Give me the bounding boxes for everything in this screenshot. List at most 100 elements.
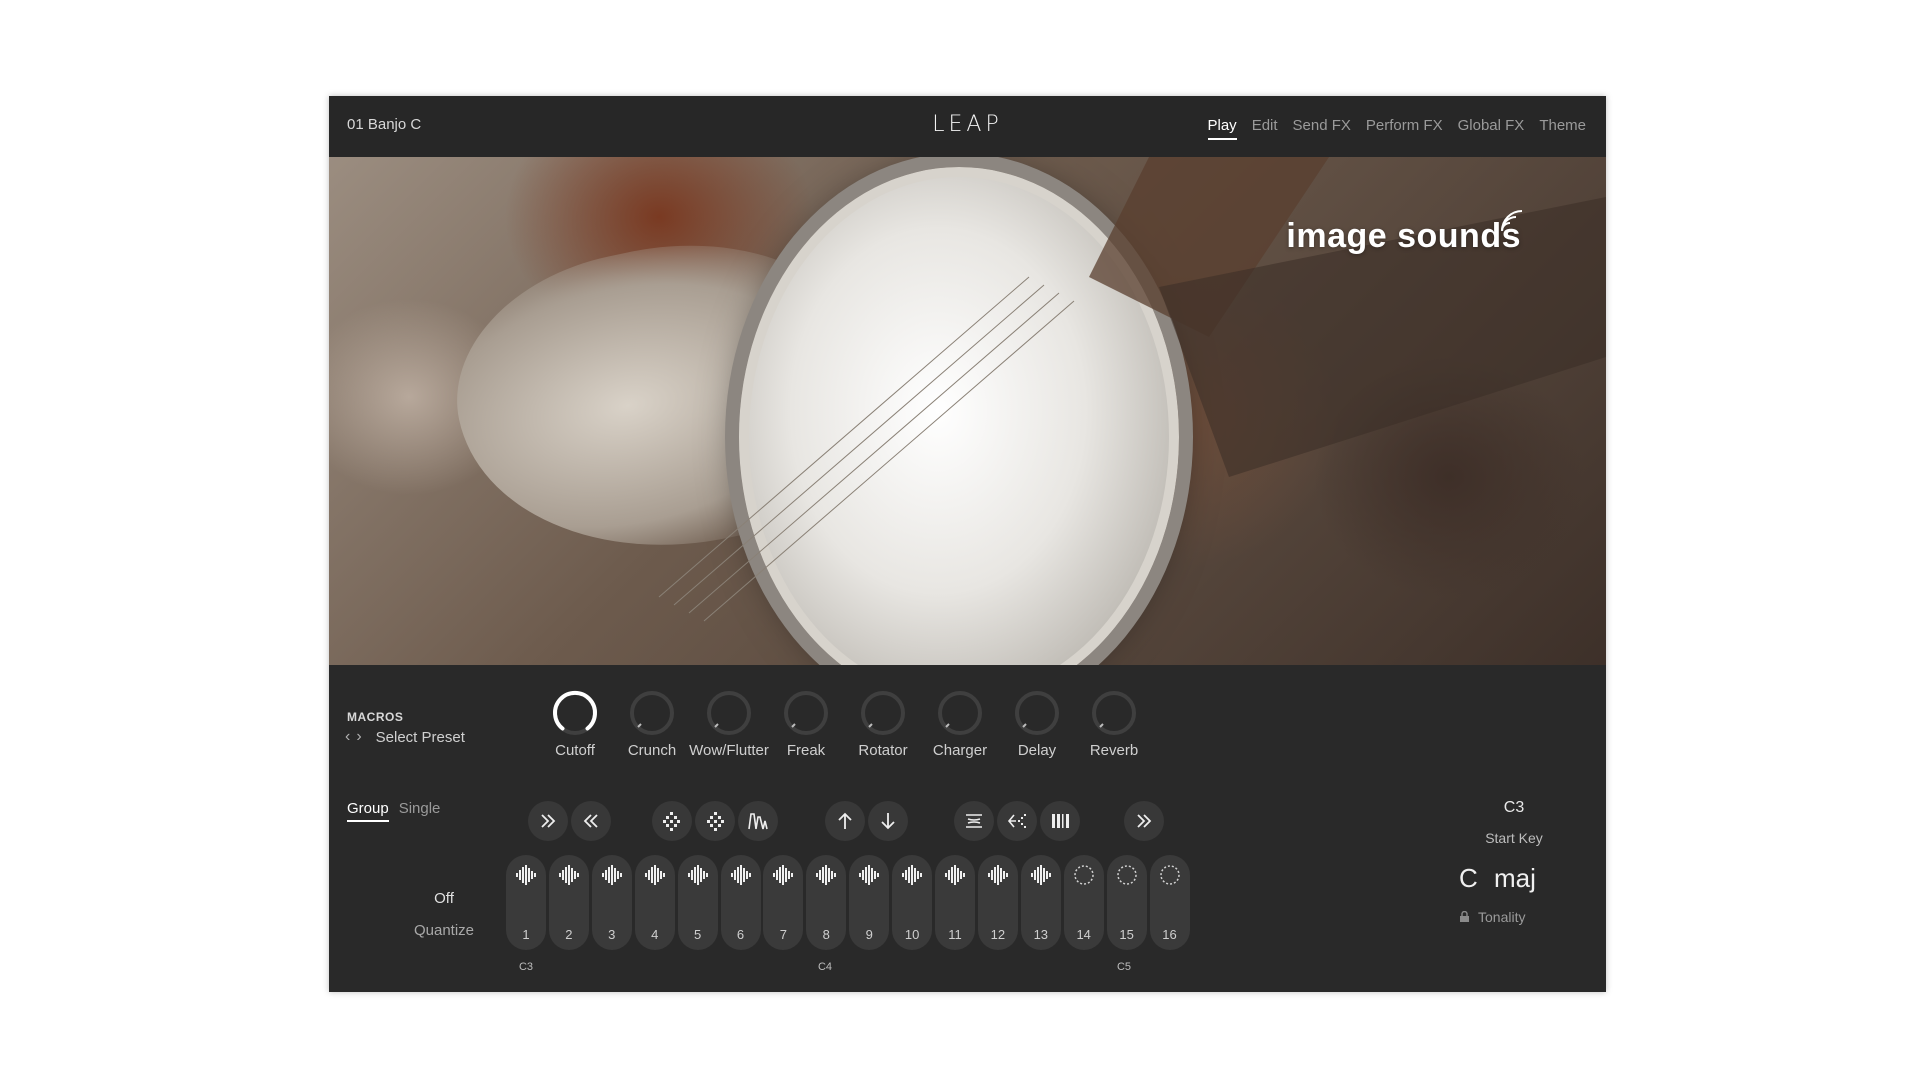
select-preset-button[interactable]: Select Preset <box>376 729 465 746</box>
tonality-label: Tonality <box>1478 909 1526 925</box>
instrument-artwork: image sounds <box>329 157 1606 665</box>
waveform-icon <box>859 865 880 885</box>
knob-dial[interactable] <box>552 690 598 736</box>
pad-5[interactable]: 5 <box>677 855 718 950</box>
pad-number: 11 <box>948 927 962 942</box>
reverse-icon <box>1007 814 1026 828</box>
chevron-right-icon[interactable]: › <box>356 728 361 746</box>
knob-label: Reverb <box>1089 742 1139 759</box>
lock-icon[interactable] <box>1459 911 1470 923</box>
pad-1[interactable]: 1 <box>506 855 546 950</box>
waveform-icon <box>902 865 923 885</box>
waveform-icon <box>773 865 794 885</box>
pad-2[interactable]: 2 <box>548 855 589 950</box>
macro-knob-reverb[interactable]: Reverb <box>1069 690 1159 759</box>
play-panel: MACROS ‹ › Select Preset Cutoff Crunch W… <box>329 665 1606 992</box>
random-pattern-button[interactable] <box>695 801 735 841</box>
tab-perform-fx[interactable]: Perform FX <box>1366 117 1443 140</box>
next-button[interactable] <box>1124 801 1164 841</box>
macros-title: MACROS <box>347 710 404 724</box>
pad-13[interactable]: 13 <box>1020 855 1061 950</box>
backward-button[interactable] <box>571 801 611 841</box>
pad-number: 16 <box>1162 927 1177 942</box>
slices-icon <box>1052 814 1069 828</box>
shuffle-pattern-button[interactable] <box>652 801 692 841</box>
swap-icon <box>966 814 982 828</box>
pad-10[interactable]: 10 <box>892 855 933 950</box>
tonality-root[interactable]: C <box>1459 863 1478 894</box>
shuffle-pattern-icon <box>663 812 680 831</box>
random-pattern-icon <box>707 812 724 831</box>
mode-group-tab[interactable]: Group <box>347 800 389 822</box>
empty-slot-icon <box>1116 865 1137 885</box>
reverse-button[interactable] <box>997 801 1037 841</box>
mode-switch: Group Single <box>347 800 440 822</box>
pad-4[interactable]: 4 <box>634 855 675 950</box>
start-key-value[interactable]: C3 <box>1474 799 1554 817</box>
tab-play[interactable]: Play <box>1207 117 1237 140</box>
main-nav: Play Edit Send FX Perform FX Global FX T… <box>1207 117 1586 140</box>
quantize-value[interactable]: Off <box>419 890 469 907</box>
pad-number: 1 <box>522 927 530 942</box>
pad-14[interactable]: 14 <box>1063 855 1104 950</box>
pitch-down-button[interactable] <box>868 801 908 841</box>
envelope-shape-button[interactable] <box>738 801 778 841</box>
header-bar: 01 Banjo C LEAP Play Edit Send FX Perfor… <box>329 96 1606 157</box>
waveform-icon <box>516 865 536 885</box>
waveform-icon <box>816 865 837 885</box>
pad-11[interactable]: 11 <box>935 855 975 950</box>
octave-label-c5: C5 <box>1116 961 1132 973</box>
empty-slot-icon <box>1073 865 1094 885</box>
double-chevron-right-icon <box>1137 814 1152 828</box>
knob-dial[interactable] <box>1014 690 1060 736</box>
pad-number: 12 <box>990 927 1006 942</box>
pad-number: 2 <box>565 927 573 942</box>
knob-dial[interactable] <box>860 690 906 736</box>
tab-global-fx[interactable]: Global FX <box>1458 117 1525 140</box>
pad-number: 6 <box>736 927 745 942</box>
pad-15[interactable]: 15 <box>1106 855 1147 950</box>
tab-theme[interactable]: Theme <box>1539 117 1586 140</box>
waveform-icon <box>730 865 751 885</box>
brand-logo: image sounds <box>1286 217 1521 255</box>
knob-dial[interactable] <box>1091 690 1137 736</box>
pad-number: 10 <box>904 927 920 942</box>
waveform-icon <box>601 865 622 885</box>
tonality-row: Tonality <box>1459 909 1525 925</box>
pad-number: 8 <box>822 927 830 942</box>
waveform-icon <box>1030 865 1051 885</box>
pitch-up-button[interactable] <box>825 801 865 841</box>
pad-7[interactable]: 7 <box>763 855 804 950</box>
pad-3[interactable]: 3 <box>591 855 632 950</box>
pad-16[interactable]: 16 <box>1149 855 1190 950</box>
pad-8[interactable]: 8 <box>806 855 847 950</box>
knob-dial[interactable] <box>706 690 752 736</box>
waveform-icon <box>945 865 965 885</box>
knob-dial[interactable] <box>783 690 829 736</box>
forward-button[interactable] <box>528 801 568 841</box>
mode-single-tab[interactable]: Single <box>399 800 441 822</box>
pad-number: 5 <box>693 927 702 942</box>
tab-send-fx[interactable]: Send FX <box>1293 117 1351 140</box>
pad-12[interactable]: 12 <box>977 855 1018 950</box>
leap-instrument-window: 01 Banjo C LEAP Play Edit Send FX Perfor… <box>329 96 1606 992</box>
macro-preset-nav: ‹ › Select Preset <box>345 728 465 746</box>
pad-number: 3 <box>608 927 616 942</box>
swap-button[interactable] <box>954 801 994 841</box>
tab-edit[interactable]: Edit <box>1252 117 1278 140</box>
double-chevron-right-icon <box>541 814 556 828</box>
chevron-left-icon[interactable]: ‹ <box>345 728 350 746</box>
pad-6[interactable]: 6 <box>720 855 761 950</box>
tonality-scale[interactable]: maj <box>1494 863 1536 894</box>
waveform-icon <box>987 865 1008 885</box>
arrow-down-icon <box>881 813 895 830</box>
knob-dial[interactable] <box>629 690 675 736</box>
envelope-shape-icon <box>748 813 768 830</box>
pad-number: 15 <box>1119 927 1134 942</box>
knob-dial[interactable] <box>937 690 983 736</box>
pad-number: 9 <box>865 927 873 942</box>
slices-button[interactable] <box>1040 801 1080 841</box>
pad-number: 4 <box>651 927 659 942</box>
pad-9[interactable]: 9 <box>849 855 890 950</box>
waveform-icon <box>644 865 665 885</box>
